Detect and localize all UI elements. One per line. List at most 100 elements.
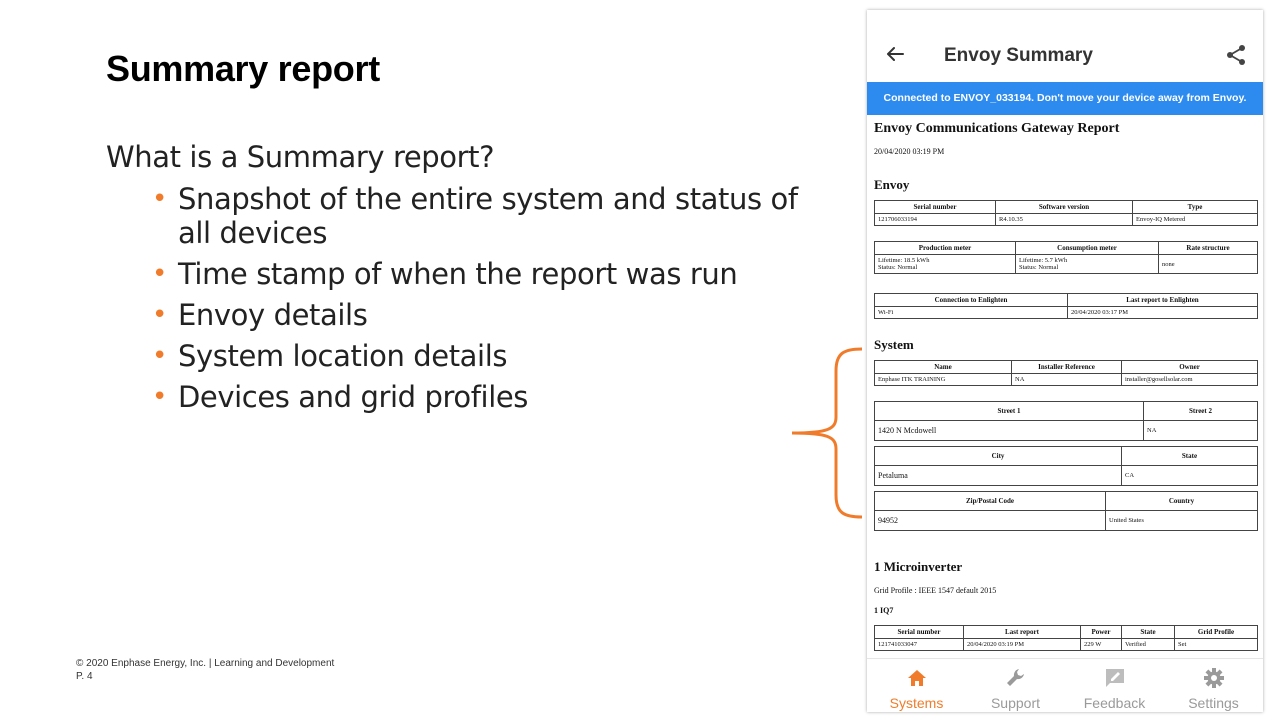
table-header: Type bbox=[1132, 200, 1258, 214]
table-header: Last report bbox=[963, 625, 1081, 639]
bullet-item: • System location details bbox=[152, 339, 812, 373]
table-cell: R4.10.35 bbox=[995, 213, 1133, 226]
nav-label: Settings bbox=[1188, 695, 1239, 711]
table-header: State bbox=[1121, 446, 1258, 466]
bullet-dot-icon: • bbox=[152, 300, 167, 330]
nav-settings[interactable]: Settings bbox=[1164, 659, 1263, 712]
table-cell: Enphase ITK TRAINING bbox=[874, 373, 1012, 386]
table-cell: installer@gosellsolar.com bbox=[1121, 373, 1258, 386]
table-header: Serial number bbox=[874, 200, 996, 214]
footer-copyright: © 2020 Enphase Energy, Inc. | Learning a… bbox=[76, 658, 335, 669]
arrow-left-icon[interactable] bbox=[885, 44, 905, 64]
production-status: Status: Normal bbox=[878, 264, 918, 271]
connection-table: Connection to Enlighten Last report to E… bbox=[874, 293, 1258, 319]
bullet-dot-icon: • bbox=[152, 382, 167, 412]
table-header: Zip/Postal Code bbox=[874, 491, 1106, 511]
table-cell: Verified bbox=[1121, 638, 1175, 651]
consumption-lifetime: Lifetime: 5.7 kWh bbox=[1019, 257, 1068, 264]
wrench-icon bbox=[1007, 669, 1024, 686]
table-header: Name bbox=[874, 360, 1012, 374]
nav-systems[interactable]: Systems bbox=[867, 659, 966, 712]
system-table: Name Installer Reference Owner Enphase I… bbox=[874, 360, 1258, 386]
bullet-text: Envoy details bbox=[178, 298, 368, 332]
report-date: 20/04/2020 03:19 PM bbox=[874, 147, 945, 156]
production-lifetime: Lifetime: 18.5 kWh bbox=[878, 257, 930, 264]
microinverter-table: Serial number Last report Power State Gr… bbox=[874, 625, 1258, 651]
bullet-text: System location details bbox=[178, 339, 508, 373]
bullet-dot-icon: • bbox=[152, 259, 167, 289]
table-header: Grid Profile bbox=[1174, 625, 1258, 639]
report-title: Envoy Communications Gateway Report bbox=[874, 121, 1120, 136]
slide-question: What is a Summary report? bbox=[106, 140, 495, 174]
model-label: 1 IQ7 bbox=[874, 606, 894, 615]
bullet-dot-icon: • bbox=[152, 184, 167, 214]
slide-title: Summary report bbox=[106, 48, 380, 89]
table-header: Street 1 bbox=[874, 401, 1144, 421]
table-cell: United States bbox=[1105, 510, 1258, 531]
meter-table: Production meter Consumption meter Rate … bbox=[874, 241, 1258, 274]
nav-label: Feedback bbox=[1083, 695, 1146, 711]
envoy-heading: Envoy bbox=[874, 177, 910, 192]
street-table: Street 1 Street 2 1420 N Mcdowell NA bbox=[874, 401, 1258, 441]
table-header: Rate structure bbox=[1158, 241, 1258, 255]
system-heading: System bbox=[874, 337, 914, 352]
table-header: State bbox=[1121, 625, 1175, 639]
feedback-icon bbox=[1106, 669, 1124, 687]
table-cell: Set bbox=[1174, 638, 1258, 651]
gear-icon bbox=[1204, 668, 1224, 688]
home-icon bbox=[908, 670, 926, 686]
table-cell: 121741033047 bbox=[874, 638, 964, 651]
table-cell: Lifetime: 18.5 kWh Status: Normal bbox=[874, 254, 1016, 274]
table-cell: Lifetime: 5.7 kWh Status: Normal bbox=[1015, 254, 1159, 274]
table-cell: NA bbox=[1143, 420, 1258, 441]
table-cell: NA bbox=[1011, 373, 1122, 386]
table-header: Software version bbox=[995, 200, 1133, 214]
bullet-item: • Devices and grid profiles bbox=[152, 380, 812, 414]
bottom-navigation: Systems Support Feedback Settings bbox=[867, 658, 1263, 712]
table-header: Country bbox=[1105, 491, 1258, 511]
table-header: Connection to Enlighten bbox=[874, 293, 1068, 307]
connection-banner: Connected to ENVOY_033194. Don't move yo… bbox=[867, 82, 1263, 115]
microinverter-heading: 1 Microinverter bbox=[874, 559, 963, 574]
table-cell: 1420 N Mcdowell bbox=[874, 420, 1144, 441]
table-header: City bbox=[874, 446, 1122, 466]
bullet-dot-icon: • bbox=[152, 341, 167, 371]
table-cell: 229 W bbox=[1080, 638, 1122, 651]
city-table: City State Petaluma CA bbox=[874, 446, 1258, 486]
nav-label: Support bbox=[990, 695, 1041, 711]
table-cell: 20/04/2020 03:19 PM bbox=[963, 638, 1081, 651]
table-header: Power bbox=[1080, 625, 1122, 639]
app-bar: Envoy Summary bbox=[867, 10, 1263, 82]
table-header: Installer Reference bbox=[1011, 360, 1122, 374]
table-cell: Petaluma bbox=[874, 465, 1122, 486]
table-cell: Wi-Fi bbox=[874, 306, 1068, 319]
bullet-list: • Snapshot of the entire system and statu… bbox=[152, 182, 812, 421]
table-header: Street 2 bbox=[1143, 401, 1258, 421]
app-title: Envoy Summary bbox=[944, 45, 1093, 66]
bullet-item: • Time stamp of when the report was run bbox=[152, 257, 812, 291]
nav-support[interactable]: Support bbox=[966, 659, 1065, 712]
bullet-item: • Snapshot of the entire system and statu… bbox=[152, 182, 812, 250]
table-header: Owner bbox=[1121, 360, 1258, 374]
table-cell: 20/04/2020 03:17 PM bbox=[1067, 306, 1258, 319]
slide-footer: © 2020 Enphase Energy, Inc. | Learning a… bbox=[76, 657, 334, 683]
curly-brace-icon bbox=[791, 347, 863, 519]
table-cell: 121706033194 bbox=[874, 213, 996, 226]
table-cell: 94952 bbox=[874, 510, 1106, 531]
table-cell: none bbox=[1158, 254, 1258, 274]
nav-feedback[interactable]: Feedback bbox=[1065, 659, 1164, 712]
table-header: Consumption meter bbox=[1015, 241, 1159, 255]
bullet-text: Time stamp of when the report was run bbox=[178, 257, 738, 291]
grid-profile-text: Grid Profile : IEEE 1547 default 2015 bbox=[874, 586, 997, 595]
phone-screen: Envoy Summary Connected to ENVOY_033194.… bbox=[867, 10, 1263, 712]
table-header: Production meter bbox=[874, 241, 1016, 255]
nav-label: Systems bbox=[889, 695, 944, 711]
table-header: Last report to Enlighten bbox=[1067, 293, 1258, 307]
table-cell: CA bbox=[1121, 465, 1258, 486]
table-cell: Envoy-IQ Metered bbox=[1132, 213, 1258, 226]
consumption-status: Status: Normal bbox=[1019, 264, 1059, 271]
bullet-text: Snapshot of the entire system and status… bbox=[178, 182, 798, 250]
bullet-item: • Envoy details bbox=[152, 298, 812, 332]
footer-page-number: P. 4 bbox=[76, 671, 93, 682]
share-icon[interactable] bbox=[1225, 44, 1247, 66]
